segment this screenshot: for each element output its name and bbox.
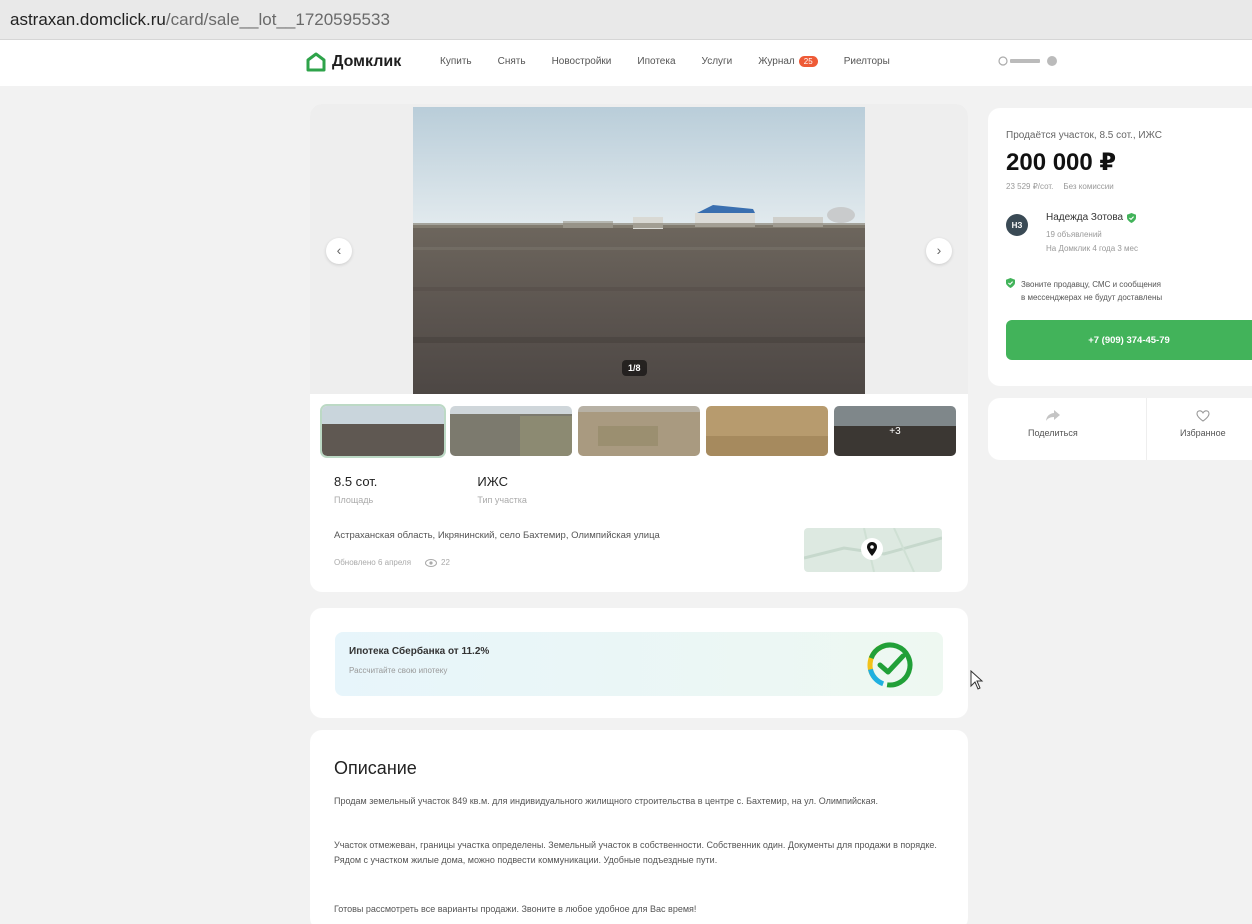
browser-address-bar[interactable]: astraxan.domclick.ru/card/sale__lot__172… bbox=[0, 0, 1252, 40]
price-per-unit: 23 529 ₽/сот. bbox=[1006, 182, 1054, 191]
views-count: 22 bbox=[425, 558, 450, 567]
mortgage-subtitle: Рассчитайте свою ипотеку bbox=[349, 666, 448, 675]
price-sidebar: Продаётся участок, 8.5 сот., ИЖС 200 000… bbox=[988, 108, 1252, 386]
nav-item-new-buildings[interactable]: Новостройки bbox=[552, 56, 612, 67]
favorite-label: Избранное bbox=[1180, 428, 1226, 438]
listing-title: Продаётся участок, 8.5 сот., ИЖС bbox=[1006, 130, 1162, 141]
info-circle-icon[interactable] bbox=[1047, 56, 1057, 66]
map-preview[interactable] bbox=[804, 528, 942, 572]
fact-land-type-value: ИЖС bbox=[477, 474, 508, 489]
sber-partner-logo bbox=[998, 56, 1040, 66]
share-button[interactable]: Поделиться bbox=[1028, 410, 1078, 438]
thumbnail-3[interactable] bbox=[578, 406, 700, 456]
nav-item-journal[interactable]: Журнал 25 bbox=[758, 56, 818, 67]
seller-listings-count[interactable]: 19 объявлений bbox=[1046, 230, 1102, 239]
nav-item-rent[interactable]: Снять bbox=[498, 56, 526, 67]
logo[interactable]: Домклик bbox=[306, 52, 401, 72]
notice-line-2: в мессенджерах не будут доставлены bbox=[1021, 293, 1163, 302]
avatar: НЗ bbox=[1006, 214, 1028, 236]
mortgage-title: Ипотека Сбербанка от 11.2% bbox=[349, 646, 490, 657]
listing-price: 200 000 ₽ bbox=[1006, 149, 1117, 176]
fact-land-type: ИЖС Тип участка bbox=[477, 474, 526, 505]
nav-item-realtors[interactable]: Риелторы bbox=[844, 56, 890, 67]
chevron-left-icon: ‹ bbox=[336, 242, 342, 258]
share-label: Поделиться bbox=[1028, 428, 1078, 438]
photo-thumbnails: +3 bbox=[320, 404, 956, 458]
views-value: 22 bbox=[441, 558, 450, 567]
listing-main-card: ‹ › 1/8 +3 8.5 сот. Площадь ИЖС Тип учас… bbox=[310, 104, 968, 592]
main-photo[interactable] bbox=[413, 107, 865, 394]
map-pin-icon bbox=[861, 538, 883, 560]
more-photos-label: +3 bbox=[834, 406, 956, 456]
partner-block[interactable] bbox=[998, 56, 1057, 66]
show-phone-button[interactable]: +7 (909) 374-45-79 bbox=[1006, 320, 1252, 360]
mortgage-card[interactable]: Ипотека Сбербанка от 11.2% Рассчитайте с… bbox=[310, 608, 968, 718]
listing-address: Астраханская область, Икрянинский, село … bbox=[334, 530, 660, 541]
listing-facts: 8.5 сот. Площадь ИЖС Тип участка bbox=[334, 474, 527, 505]
description-heading: Описание bbox=[334, 758, 417, 778]
photo-viewer[interactable]: ‹ › 1/8 bbox=[310, 104, 968, 394]
seller-since: На Домклик 4 года 3 мес bbox=[1046, 244, 1139, 253]
main-nav: Купить Снять Новостройки Ипотека Услуги … bbox=[440, 56, 890, 67]
nav-item-buy[interactable]: Купить bbox=[440, 56, 472, 67]
site-header: Домклик Купить Снять Новостройки Ипотека… bbox=[0, 40, 1252, 86]
mortgage-banner[interactable]: Ипотека Сбербанка от 11.2% Рассчитайте с… bbox=[335, 632, 943, 696]
description-paragraph: Участок отмежеван, границы участка опред… bbox=[334, 840, 937, 865]
thumbnail-image bbox=[706, 406, 828, 456]
heart-icon bbox=[1196, 410, 1210, 422]
listing-meta: Обновлено 6 апреля 22 bbox=[334, 558, 450, 567]
thumbnail-2[interactable] bbox=[450, 406, 572, 456]
description-paragraph: Продам земельный участок 849 кв.м. для и… bbox=[334, 796, 879, 806]
thumbnail-image bbox=[450, 406, 572, 456]
thumbnail-image bbox=[322, 406, 444, 456]
seller-name[interactable]: Надежда Зотова bbox=[1046, 212, 1137, 223]
prev-photo-button[interactable]: ‹ bbox=[326, 238, 352, 264]
messaging-notice: Звоните продавцу, СМС и сообщения в месс… bbox=[1006, 278, 1162, 304]
sber-check-icon bbox=[867, 642, 913, 688]
house-logo-icon bbox=[306, 52, 326, 72]
fact-area-label: Площадь bbox=[334, 495, 374, 505]
eye-icon bbox=[425, 558, 438, 567]
logo-text: Домклик bbox=[332, 53, 402, 70]
fact-land-type-label: Тип участка bbox=[477, 495, 527, 505]
nav-item-mortgage[interactable]: Ипотека bbox=[637, 56, 675, 67]
description-paragraph: Готовы рассмотреть все варианты продажи.… bbox=[334, 904, 697, 914]
fact-area-value: 8.5 сот. bbox=[334, 474, 378, 489]
url-text[interactable]: astraxan.domclick.ru/card/sale__lot__172… bbox=[10, 10, 390, 30]
thumbnail-more[interactable]: +3 bbox=[834, 406, 956, 456]
photo-counter: 1/8 bbox=[622, 360, 647, 376]
share-arrow-icon bbox=[1045, 410, 1060, 421]
favorite-button[interactable]: Избранное bbox=[1180, 410, 1226, 438]
shield-check-icon bbox=[1006, 278, 1015, 288]
commission-label: Без комиссии bbox=[1063, 182, 1114, 191]
journal-badge: 25 bbox=[798, 56, 818, 67]
nav-item-services[interactable]: Услуги bbox=[702, 56, 733, 67]
chevron-right-icon: › bbox=[936, 242, 942, 258]
thumbnail-image bbox=[578, 406, 700, 456]
thumbnail-4[interactable] bbox=[706, 406, 828, 456]
price-meta: 23 529 ₽/сот. Без комиссии bbox=[1006, 182, 1114, 191]
notice-line-1: Звоните продавцу, СМС и сообщения bbox=[1021, 280, 1161, 289]
description-card: Описание Продам земельный участок 849 кв… bbox=[310, 730, 968, 924]
url-path: /card/sale__lot__1720595533 bbox=[165, 10, 390, 29]
next-photo-button[interactable]: › bbox=[926, 238, 952, 264]
thumbnail-1[interactable] bbox=[320, 404, 446, 458]
mouse-cursor-icon bbox=[970, 670, 984, 690]
url-host: astraxan.domclick.ru bbox=[10, 10, 166, 29]
notice-text: Звоните продавцу, СМС и сообщения в месс… bbox=[1021, 278, 1162, 304]
fact-area: 8.5 сот. Площадь bbox=[334, 474, 377, 505]
listing-actions: Поделиться Избранное bbox=[988, 398, 1252, 460]
verified-shield-icon bbox=[1127, 212, 1137, 223]
actions-divider bbox=[1146, 398, 1147, 460]
updated-date: Обновлено 6 апреля bbox=[334, 558, 412, 567]
